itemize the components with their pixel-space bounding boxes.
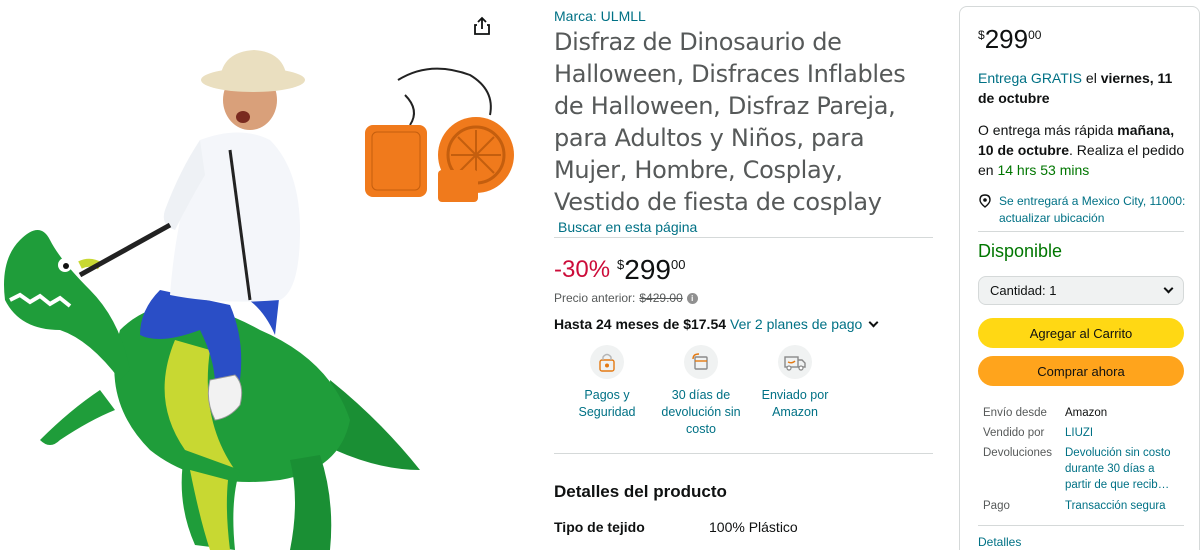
meta-value: Amazon <box>1065 407 1108 419</box>
meta-key: Devoluciones <box>983 447 1053 459</box>
delivery-truck-icon <box>778 345 812 379</box>
meta-key: Vendido por <box>983 427 1045 439</box>
payment-plans-link[interactable]: Ver 2 planes de pago <box>730 316 862 332</box>
fast-delivery-prefix: O entrega más rápida <box>978 122 1118 138</box>
inflatable-dinosaur-costume-image <box>4 50 514 550</box>
secure-transaction-link[interactable]: Transacción segura <box>1065 498 1183 514</box>
price-whole: 299 <box>624 254 671 285</box>
brand-link[interactable]: Marca: ULMLL <box>554 8 646 24</box>
share-icon <box>474 16 490 35</box>
divider <box>978 231 1184 232</box>
meta-row-returns: Devoluciones Devolución sin costo durant… <box>983 445 1183 493</box>
free-delivery-link[interactable]: Entrega GRATIS <box>978 70 1082 86</box>
feature-label: 30 días de devolución sin costo <box>661 388 741 436</box>
price-whole: 299 <box>984 24 1029 54</box>
price-fraction: 00 <box>670 257 686 272</box>
feature-badges: Pagos y Seguridad 30 días de devolución … <box>560 343 842 438</box>
location-pin-icon <box>979 194 991 208</box>
feature-shipped-by-amazon[interactable]: Enviado por Amazon <box>748 343 842 438</box>
discount-percent: -30% <box>554 256 611 283</box>
feature-free-returns[interactable]: 30 días de devolución sin costo <box>654 343 748 438</box>
meta-key: Envío desde <box>983 407 1047 419</box>
price-fraction: 00 <box>1028 28 1042 42</box>
returns-link[interactable]: Devolución sin costo durante 30 días a p… <box>1065 445 1183 493</box>
spec-key: Tipo de tejido <box>554 519 645 535</box>
meta-row-ships-from: Envío desde Amazon <box>983 405 1183 421</box>
previous-price: $429.00 <box>639 291 683 305</box>
price-block: -30% $ 299 00 <box>554 256 685 284</box>
chevron-down-icon <box>1163 283 1174 294</box>
previous-price-row: Precio anterior: $429.00 i <box>554 291 698 305</box>
meta-key: Pago <box>983 500 1010 512</box>
buy-now-button[interactable]: Comprar ahora <box>978 356 1184 386</box>
fast-delivery-info: O entrega más rápida mañana, 10 de octub… <box>978 120 1188 180</box>
availability-status: Disponible <box>978 241 1063 261</box>
buy-box: $ 299 00 Entrega GRATIS el viernes, 11 d… <box>959 6 1200 550</box>
seller-link[interactable]: LIUZI <box>1065 425 1183 441</box>
quantity-value: Cantidad: 1 <box>990 283 1057 298</box>
installments-text: Hasta 24 meses de $17.54 <box>554 316 727 332</box>
location-text: Se entregará a Mexico City, 11000: actua… <box>999 194 1186 225</box>
info-icon[interactable]: i <box>686 292 698 304</box>
meta-row-payment: Pago Transacción segura <box>983 498 1183 514</box>
currency-symbol: $ <box>617 257 625 272</box>
installments-row: Hasta 24 meses de $17.54 Ver 2 planes de… <box>554 316 879 332</box>
meta-row-sold-by: Vendido por LIUZI <box>983 425 1183 441</box>
delivery-connector: el <box>1082 70 1101 86</box>
divider <box>554 453 933 454</box>
lock-payment-icon <box>590 345 624 379</box>
divider <box>978 525 1184 526</box>
product-title: Disfraz de Dinosaurio de Halloween, Disf… <box>554 28 906 216</box>
feature-payments-security[interactable]: Pagos y Seguridad <box>560 343 654 438</box>
feature-label: Pagos y Seguridad <box>578 388 636 419</box>
chevron-down-icon[interactable] <box>868 317 879 327</box>
quantity-select[interactable]: Cantidad: 1 <box>978 276 1184 305</box>
product-details-heading: Detalles del producto <box>554 482 727 501</box>
currency-symbol: $ <box>978 28 985 42</box>
search-in-page-link[interactable]: Buscar en esta página <box>558 219 697 235</box>
spec-value: 100% Plástico <box>709 519 798 535</box>
share-button[interactable] <box>473 16 507 50</box>
divider <box>554 237 933 238</box>
details-link[interactable]: Detalles <box>978 535 1021 549</box>
order-countdown: 14 hrs 53 mins <box>997 162 1090 178</box>
product-image[interactable] <box>0 0 517 550</box>
spec-row: Tipo de tejido 100% Plástico <box>554 519 798 535</box>
feature-label: Enviado por Amazon <box>761 388 829 419</box>
delivery-info: Entrega GRATIS el viernes, 11 de octubre <box>978 68 1188 108</box>
return-box-icon <box>684 345 718 379</box>
add-to-cart-button[interactable]: Agregar al Carrito <box>978 318 1184 348</box>
buybox-price: $ 299 00 <box>978 26 1041 52</box>
previous-price-label: Precio anterior: <box>554 291 636 305</box>
delivery-location[interactable]: Se entregará a Mexico City, 11000: actua… <box>978 193 1188 227</box>
